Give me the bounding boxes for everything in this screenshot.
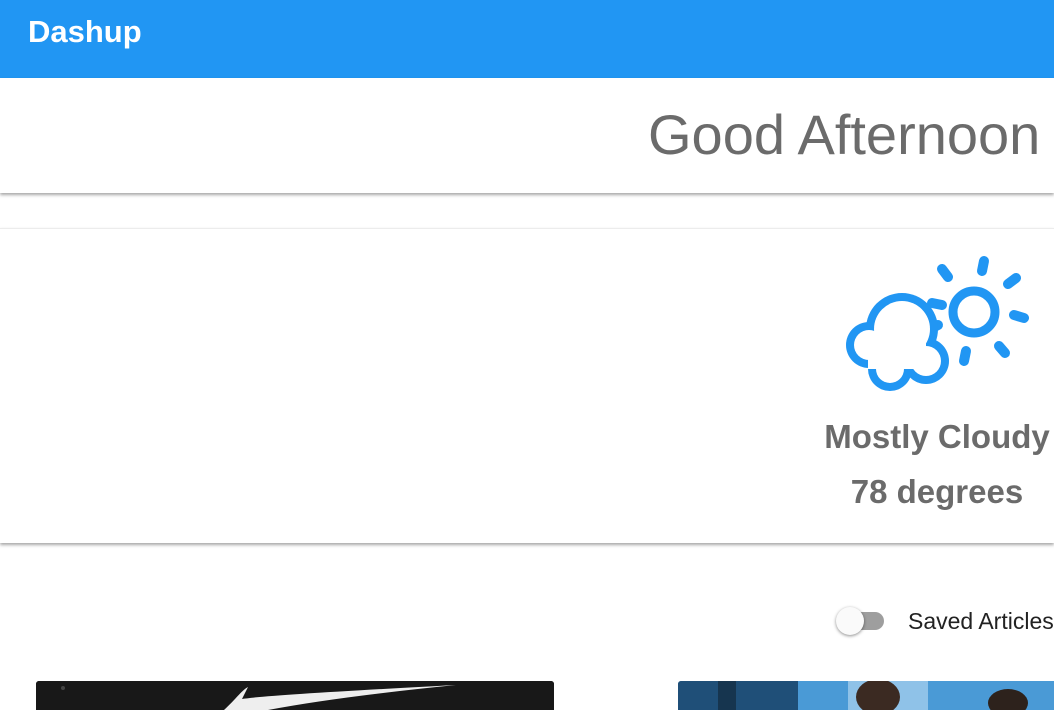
app-bar: Dashup — [0, 0, 1054, 78]
saved-articles-toggle[interactable] — [836, 606, 888, 636]
article-thumbnail-2[interactable] — [678, 681, 1054, 710]
partly-cloudy-icon — [846, 256, 1029, 391]
greeting-card: Good Afternoon — [0, 78, 1054, 193]
news-photo-image — [678, 681, 1054, 710]
greeting-text: Good Afternoon — [648, 103, 1041, 166]
weather-card: Mostly Cloudy 78 degrees — [0, 228, 1054, 543]
weather-temperature: 78 degrees — [850, 473, 1024, 510]
app-title[interactable]: Dashup — [28, 12, 142, 52]
article-thumbnail-1[interactable] — [36, 681, 554, 710]
weather-condition: Mostly Cloudy — [824, 418, 1050, 455]
saved-articles-label[interactable]: Saved Articles — [908, 606, 1054, 636]
swoosh-logo-image — [36, 681, 554, 710]
toggle-thumb — [836, 607, 864, 635]
